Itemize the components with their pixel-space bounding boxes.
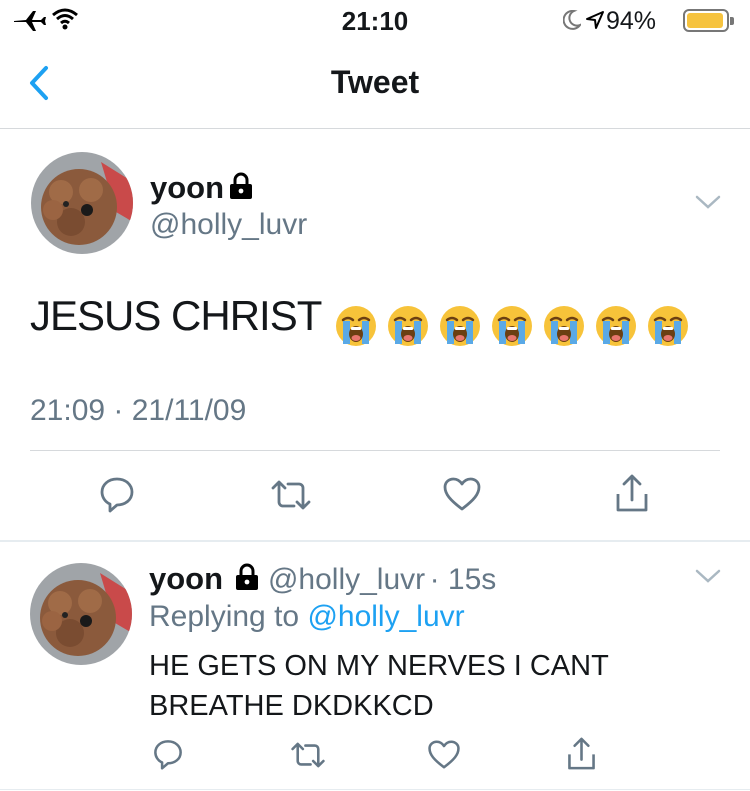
emoji-row: [326, 305, 690, 346]
loudly-crying-face-emoji: [543, 305, 584, 346]
loudly-crying-face-emoji: [647, 305, 688, 346]
reply-text: HE GETS ON MY NERVES I CANT BREATHE DKDK…: [149, 646, 609, 726]
reply-author-name[interactable]: yoon: [149, 561, 223, 596]
reply-header: yoon @holly_luvr · 15s: [149, 561, 496, 597]
page-title: Tweet: [330, 64, 420, 100]
tweet-text: JESUS CHRIST: [30, 292, 322, 339]
reply-chevron-down-icon[interactable]: [694, 566, 722, 586]
reply-avatar[interactable]: [30, 563, 132, 665]
reply-icon[interactable]: [98, 475, 136, 513]
replying-to: Replying to @holly_luvr: [149, 600, 465, 634]
avatar[interactable]: [31, 152, 133, 254]
loudly-crying-face-emoji: [491, 305, 532, 346]
loudly-crying-face-emoji: [439, 305, 480, 346]
lock-icon: [235, 563, 258, 590]
section-divider: [0, 540, 750, 542]
battery-percentage: 94%: [606, 7, 657, 35]
tweet-body: JESUS CHRIST: [30, 292, 690, 348]
loudly-crying-face-emoji: [595, 305, 636, 346]
loudly-crying-face-emoji: [387, 305, 428, 346]
location-arrow-icon: [586, 11, 604, 29]
share-icon[interactable]: [614, 472, 650, 514]
retweet-icon[interactable]: [270, 478, 312, 512]
author-name[interactable]: yoon: [150, 170, 224, 206]
reply-text-line: BREATHE DKDKKCD: [149, 690, 434, 722]
bottom-divider: [0, 789, 750, 790]
author-handle[interactable]: @holly_luvr: [150, 208, 307, 242]
reply-retweet-icon[interactable]: [290, 740, 326, 770]
reply-like-icon[interactable]: [427, 739, 461, 770]
reply-text-line: HE GETS ON MY NERVES I CANT: [149, 650, 609, 682]
reply-share-icon[interactable]: [566, 735, 597, 772]
replying-to-handle[interactable]: @holly_luvr: [307, 600, 464, 633]
replying-to-label: Replying to: [149, 600, 300, 633]
reply-age: · 15s: [429, 563, 497, 596]
moon-icon: [563, 10, 581, 30]
chevron-down-icon[interactable]: [694, 192, 722, 212]
reply-author-handle[interactable]: @holly_luvr: [268, 563, 425, 596]
status-bar: 21:10 94%: [0, 0, 750, 40]
tweet-timestamp: 21:09 · 21/11/09: [30, 394, 247, 427]
nav-divider: [0, 128, 750, 129]
battery-icon: [683, 9, 734, 32]
lock-icon: [230, 172, 252, 199]
like-icon[interactable]: [442, 476, 482, 512]
battery-fill: [687, 13, 723, 28]
loudly-crying-face-emoji: [335, 305, 376, 346]
tweet-divider: [30, 450, 720, 451]
reply-reply-icon[interactable]: [152, 738, 184, 770]
